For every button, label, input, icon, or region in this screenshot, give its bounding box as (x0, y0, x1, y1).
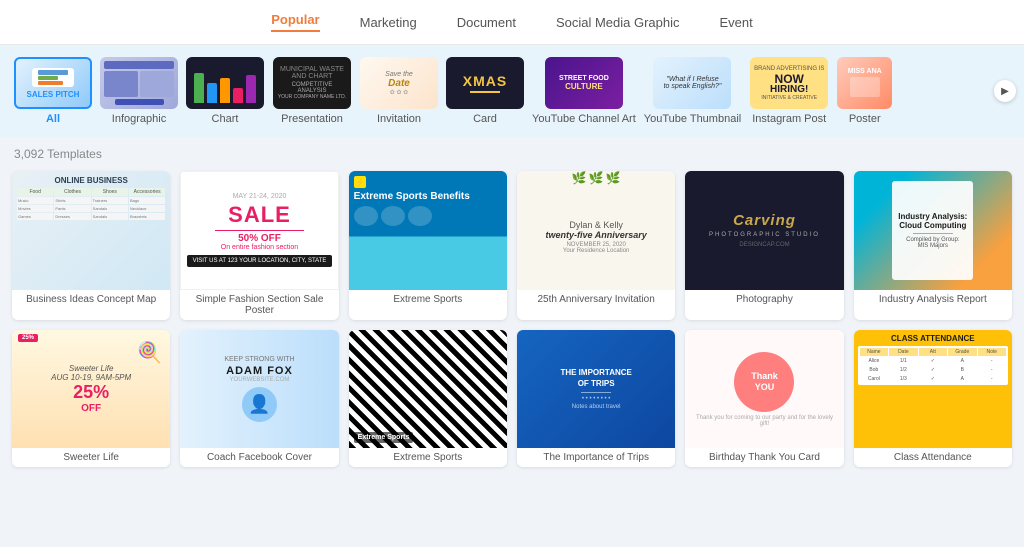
category-invitation[interactable]: Save the Date ✿ ✿ ✿ Invitation (360, 57, 438, 125)
category-poster[interactable]: MISS ANA Poster (837, 57, 892, 125)
category-youtube-thumbnail-label: YouTube Thumbnail (644, 113, 741, 125)
template-label-extreme-sports: Extreme Sports (349, 290, 507, 309)
template-card-extreme-sports[interactable]: ⚡ Extreme Sports Benefits Extreme Sports (349, 171, 507, 320)
category-youtube-channel-art-label: YouTube Channel Art (532, 113, 636, 125)
template-label-sweeter-life: Sweeter Life (12, 448, 170, 467)
category-bar: SALES PITCH All Infographic Chart MUNICI… (0, 45, 1024, 137)
category-presentation[interactable]: MUNICIPAL WASTE AND CHART COMPETITIVE AN… (272, 57, 352, 125)
template-card-photography[interactable]: Carving PHOTOGRAPHIC STUDIO DESIGNCAP.CO… (685, 171, 843, 320)
category-instagram-post[interactable]: BRAND ADVERTISING IS NOW HIRING! INITIAT… (749, 57, 829, 125)
template-card-industry-analysis[interactable]: Industry Analysis: Cloud Computing Compi… (854, 171, 1012, 320)
template-label-class-attendance: Class Attendance (854, 448, 1012, 467)
category-youtube-thumbnail[interactable]: "What if I Refuseto speak English?" YouT… (644, 57, 741, 125)
tab-social-media-graphic[interactable]: Social Media Graphic (556, 15, 680, 30)
tab-event[interactable]: Event (720, 15, 753, 30)
category-all-label: All (46, 113, 60, 125)
category-card[interactable]: XMAS Card (446, 57, 524, 125)
template-card-business-ideas[interactable]: ONLINE BUSINESS Food Clothes Shoes Acces… (12, 171, 170, 320)
template-grid-row-1: ONLINE BUSINESS Food Clothes Shoes Acces… (0, 171, 1024, 320)
category-poster-label: Poster (849, 113, 881, 125)
template-card-extreme-sports-2[interactable]: Extreme Sports Extreme Sports (349, 330, 507, 468)
template-card-coach-facebook[interactable]: KEEP STRONG WITH ADAM FOX YOURWEBSITE.CO… (180, 330, 338, 468)
template-card-sweeter-life[interactable]: 25% Sweeter Life AUG 10-19, 9AM-5PM 25% … (12, 330, 170, 468)
tab-document[interactable]: Document (457, 15, 516, 30)
tab-marketing[interactable]: Marketing (360, 15, 417, 30)
category-infographic-label: Infographic (112, 113, 166, 125)
category-youtube-channel-art[interactable]: STREET FOOD CULTURE YouTube Channel Art (532, 57, 636, 125)
category-presentation-label: Presentation (281, 113, 343, 125)
category-chart[interactable]: Chart (186, 57, 264, 125)
template-label-business-ideas: Business Ideas Concept Map (12, 290, 170, 309)
template-label-sale-poster: Simple Fashion Section Sale Poster (180, 290, 338, 320)
template-label-photography: Photography (685, 290, 843, 309)
category-instagram-post-label: Instagram Post (752, 113, 826, 125)
template-card-anniversary[interactable]: 🌿 🌿 🌿 Dylan & Kelly twenty-five Annivers… (517, 171, 675, 320)
template-label-extreme-sports-2: Extreme Sports (349, 448, 507, 467)
category-card-label: Card (473, 113, 497, 125)
template-label-industry-analysis: Industry Analysis Report (854, 290, 1012, 309)
template-label-coach-facebook: Coach Facebook Cover (180, 448, 338, 467)
category-infographic[interactable]: Infographic (100, 57, 178, 125)
template-label-anniversary: 25th Anniversary Invitation (517, 290, 675, 309)
template-grid-row-2: 25% Sweeter Life AUG 10-19, 9AM-5PM 25% … (0, 330, 1024, 468)
grid-header: 3,092 Templates (0, 137, 1024, 171)
category-next-arrow[interactable]: ▶ (994, 80, 1016, 102)
template-card-sale-poster[interactable]: MAY 21-24, 2020 SALE 50% OFF On entire f… (180, 171, 338, 320)
template-card-class-attendance[interactable]: CLASS ATTENDANCE Name Date Att Grade Not… (854, 330, 1012, 468)
template-label-importance-trips: The Importance of Trips (517, 448, 675, 467)
template-card-importance-trips[interactable]: THE IMPORTANCEOF TRIPS • • • • • • • • N… (517, 330, 675, 468)
category-invitation-label: Invitation (377, 113, 421, 125)
category-all[interactable]: SALES PITCH All (14, 57, 92, 125)
template-card-thank-you[interactable]: ThankYOU Thank you for coming to our par… (685, 330, 843, 468)
tab-popular[interactable]: Popular (271, 12, 319, 32)
nav-tabs: Popular Marketing Document Social Media … (0, 0, 1024, 45)
template-label-thank-you: Birthday Thank You Card (685, 448, 843, 467)
category-chart-label: Chart (212, 113, 239, 125)
